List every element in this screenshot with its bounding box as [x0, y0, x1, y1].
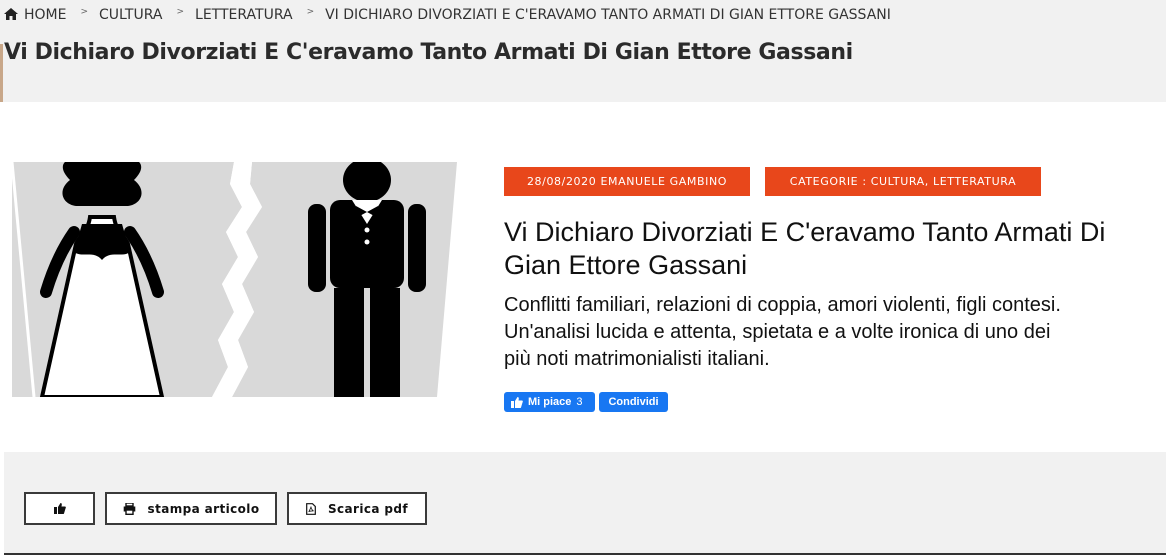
breadcrumb-item-current: VI DICHIARO DIVORZIATI E C'ERAVAMO TANTO…	[325, 7, 891, 23]
like-button[interactable]	[24, 492, 95, 525]
printer-icon	[123, 502, 135, 515]
article-description-line: Un'analisi lucida e attenta, spietata e …	[504, 321, 1051, 343]
breadcrumb-item-cultura[interactable]: CULTURA	[99, 7, 162, 23]
article-date-author-badge[interactable]: 28/08/2020 EMANUELE GAMBINO	[504, 167, 750, 196]
page-title: Vi Dichiaro Divorziati E C'eravamo Tanto…	[4, 40, 853, 65]
breadcrumb: HOME > CULTURA > LETTERATURA > VI DICHIA…	[4, 6, 891, 24]
home-icon[interactable]	[4, 8, 18, 24]
article-description-line: più noti matrimonialisti italiani.	[504, 348, 770, 370]
print-article-button[interactable]: stampa articolo	[105, 492, 277, 525]
download-pdf-button[interactable]: Scarica pdf	[287, 492, 427, 525]
breadcrumb-separator: >	[306, 7, 315, 17]
thumbs-up-icon	[511, 396, 523, 408]
article-categories-badge[interactable]: CATEGORIE : CULTURA, LETTERATURA	[765, 167, 1041, 196]
breadcrumb-separator: >	[80, 7, 89, 17]
article-title: Vi Dichiaro Divorziati E C'eravamo Tanto…	[504, 217, 1106, 280]
facebook-like-count: 3	[576, 396, 583, 408]
thumbs-up-icon	[53, 503, 66, 514]
facebook-share-button[interactable]: Condividi	[599, 392, 668, 412]
breadcrumb-item-letteratura[interactable]: LETTERATURA	[195, 7, 293, 23]
breadcrumb-home[interactable]: HOME	[24, 7, 66, 23]
download-pdf-label: Scarica pdf	[327, 501, 409, 516]
pdf-file-icon	[306, 502, 316, 515]
print-article-label: stampa articolo	[147, 501, 260, 516]
facebook-like-button[interactable]: Mi piace 3	[504, 392, 595, 412]
article-description: Conflitti familiari, relazioni di coppia…	[504, 292, 1166, 373]
breadcrumb-separator: >	[176, 7, 185, 17]
facebook-like-label: Mi piace	[528, 396, 572, 408]
article-description-line: Conflitti familiari, relazioni di coppia…	[504, 294, 1061, 316]
left-edge-decoration	[0, 44, 3, 102]
article-image[interactable]	[12, 162, 467, 397]
